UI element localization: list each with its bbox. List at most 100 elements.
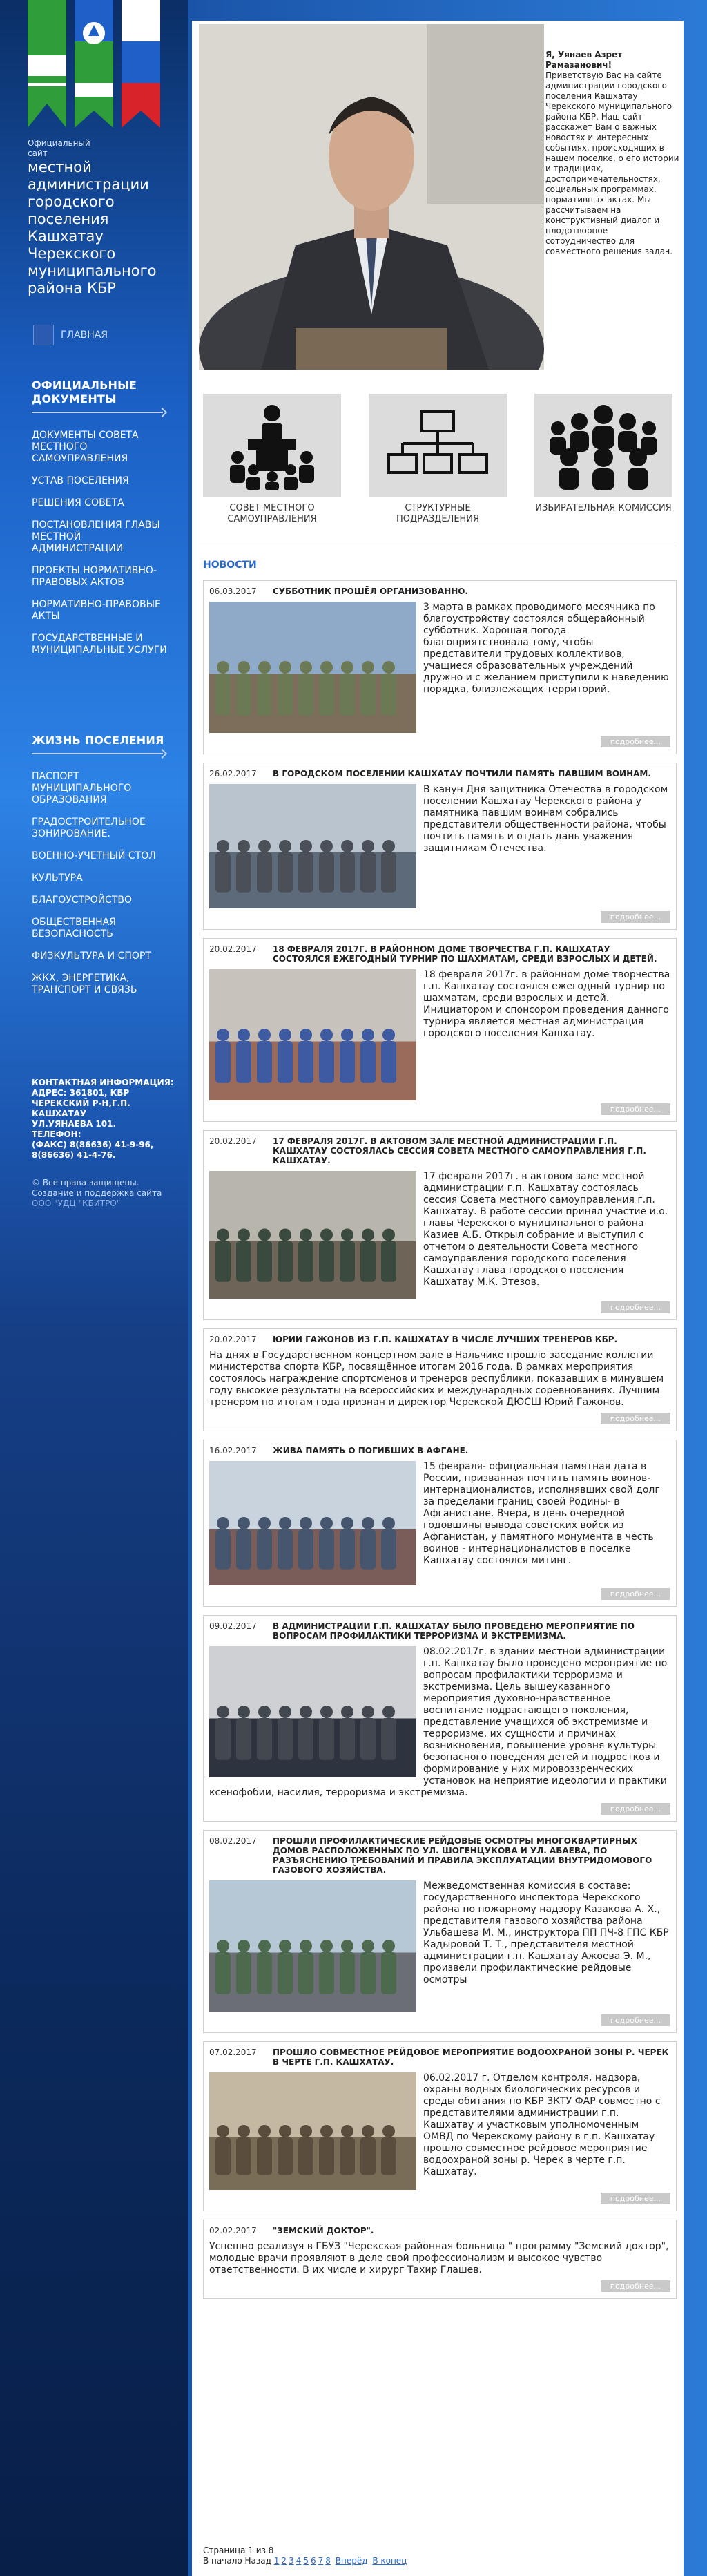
news-title-link[interactable]: СУББОТНИК ПРОШЁЛ ОРГАНИЗОВАННО. [273, 586, 468, 596]
news-body: 06.02.2017 г. Отделом контроля, надзора,… [209, 2072, 670, 2190]
nav-life-heading[interactable]: ЖИЗНЬ ПОСЕЛЕНИЯ [32, 734, 170, 747]
nav-life-list: ПАСПОРТ МУНИЦИПАЛЬНОГО ОБРАЗОВАНИЯ ГРАДО… [32, 771, 170, 996]
news-date: 09.02.2017 [209, 1621, 257, 1631]
news-title-link[interactable]: В ГОРОДСКОМ ПОСЕЛЕНИИ КАШХАТАУ ПОЧТИЛИ П… [273, 769, 651, 779]
news-photo[interactable] [209, 1171, 416, 1299]
quick-link-election[interactable]: ИЗБИРАТЕЛЬНАЯ КОМИССИЯ [534, 394, 672, 514]
pager-page-7[interactable]: 7 [318, 2556, 324, 2566]
news-photo[interactable] [209, 1461, 416, 1585]
read-more-button[interactable]: подробнее... [600, 1803, 670, 1815]
news-photo[interactable] [209, 1646, 416, 1777]
nav-item-sport[interactable]: ФИЗКУЛЬТУРА И СПОРТ [32, 951, 170, 962]
read-more-button[interactable]: подробнее... [600, 2014, 670, 2026]
news-body: 3 марта в рамках проводимого месячника п… [209, 602, 670, 733]
developer-link[interactable]: ООО "УДЦ "КБИТРО" [32, 1199, 120, 1208]
quick-link-council[interactable]: СОВЕТ МЕСТНОГО САМОУПРАВЛЕНИЯ [203, 394, 341, 525]
pager-page-5[interactable]: 5 [303, 2556, 309, 2566]
news-header: 20.02.2017 ЮРИЙ ГАЖОНОВ ИЗ Г.П. КАШХАТАУ … [209, 1335, 670, 1344]
pager-prev: Назад [244, 2556, 271, 2566]
news-header: 06.03.2017 СУББОТНИК ПРОШЁЛ ОРГАНИЗОВАННО… [209, 586, 670, 596]
nav-item-utilities[interactable]: ЖКХ, ЭНЕРГЕТИКА, ТРАНСПОРТ И СВЯЗЬ [32, 973, 170, 996]
nav-item-military[interactable]: ВОЕННО-УЧЕТНЫЙ СТОЛ [32, 850, 170, 862]
news-photo[interactable] [209, 602, 416, 733]
news-title-link[interactable]: ПРОШЛИ ПРОФИЛАКТИЧЕСКИЕ РЕЙДОВЫЕ ОСМОТРЫ… [273, 1836, 670, 1875]
head-portrait-photo [199, 24, 544, 370]
news-photo[interactable] [209, 784, 416, 908]
pager-page-4[interactable]: 4 [296, 2556, 302, 2566]
read-more-button[interactable]: подробнее... [600, 2193, 670, 2204]
news-body: 17 февраля 2017г. в актовом зале местной… [209, 1171, 670, 1299]
nav-item-legal-acts[interactable]: НОРМАТИВНО-ПРАВОВЫЕ АКТЫ [32, 599, 170, 622]
read-more-button[interactable]: подробнее... [600, 911, 670, 923]
read-more-button[interactable]: подробнее... [600, 2280, 670, 2292]
contact-heading: КОНТАКТНАЯ ИНФОРМАЦИЯ: [32, 1078, 174, 1087]
read-more-button[interactable]: подробнее... [600, 736, 670, 747]
news-text: 3 марта в рамках проводимого месячника п… [423, 602, 669, 695]
read-more-button[interactable]: подробнее... [600, 1588, 670, 1600]
nav-docs-heading[interactable]: ОФИЦИАЛЬНЫЕ ДОКУМЕНТЫ [32, 379, 170, 406]
news-title-link[interactable]: "ЗЕМСКИЙ ДОКТОР". [273, 2226, 374, 2235]
home-link[interactable]: ГЛАВНАЯ [33, 325, 108, 345]
pager-page-2[interactable]: 2 [281, 2556, 287, 2566]
pager-end[interactable]: В конец [372, 2556, 407, 2566]
news-title-link[interactable]: 17 ФЕВРАЛЯ 2017Г. В АКТОВОМ ЗАЛЕ МЕСТНОЙ… [273, 1136, 670, 1165]
news-header: 07.02.2017 ПРОШЛО СОВМЕСТНОЕ РЕЙДОВОЕ МЕР… [209, 2048, 670, 2067]
news-photo[interactable] [209, 969, 416, 1100]
pagination: Страница 1 из 8 В начало Назад 12345678 … [203, 2546, 409, 2566]
nav-item-safety[interactable]: ОБЩЕСТВЕННАЯ БЕЗОПАСНОСТЬ [32, 917, 170, 940]
news-photo[interactable] [209, 1880, 416, 2012]
nav-item-improvement[interactable]: БЛАГОУСТРОЙСТВО [32, 895, 170, 906]
news-title-link[interactable]: ЖИВА ПАМЯТЬ О ПОГИБШИХ В АФГАНЕ. [273, 1446, 468, 1456]
news-date: 20.02.2017 [209, 1136, 257, 1146]
news-item: 08.02.2017 ПРОШЛИ ПРОФИЛАКТИЧЕСКИЕ РЕЙДОВ… [203, 1830, 677, 2033]
nav-item-head-resolutions[interactable]: ПОСТАНОВЛЕНИЯ ГЛАВЫ МЕСТНОЙ АДМИНИСТРАЦИ… [32, 519, 170, 555]
nav-item-passport[interactable]: ПАСПОРТ МУНИЦИПАЛЬНОГО ОБРАЗОВАНИЯ [32, 771, 170, 806]
nav-item-draft-acts[interactable]: ПРОЕКТЫ НОРМАТИВНО-ПРАВОВЫХ АКТОВ [32, 565, 170, 589]
news-item: 16.02.2017 ЖИВА ПАМЯТЬ О ПОГИБШИХ В АФГАН… [203, 1440, 677, 1607]
news-title-link[interactable]: В АДМИНИСТРАЦИИ Г.П. КАШХАТАУ БЫЛО ПРОВЕ… [273, 1621, 670, 1641]
news-body: 08.02.2017г. в здании местной администра… [209, 1646, 670, 1799]
news-body: Межведомственная комиссия в составе: гос… [209, 1880, 670, 2012]
quick-link-council-label: СОВЕТ МЕСТНОГО САМОУПРАВЛЕНИЯ [227, 503, 317, 524]
pager-page-6[interactable]: 6 [311, 2556, 316, 2566]
pager-next[interactable]: Вперёд [336, 2556, 368, 2566]
news-item: 06.03.2017 СУББОТНИК ПРОШЁЛ ОРГАНИЗОВАННО… [203, 580, 677, 754]
news-text: Успешно реализуя в ГБУЗ "Черекская район… [209, 2241, 669, 2276]
nav-item-council-decisions[interactable]: РЕШЕНИЯ СОВЕТА [32, 497, 170, 509]
news-title-link[interactable]: 18 ФЕВРАЛЯ 2017Г. В РАЙОННОМ ДОМЕ ТВОРЧЕ… [273, 944, 670, 964]
flag-left-icon [28, 0, 66, 128]
greeting-body: Приветствую Вас на сайте администрации г… [545, 70, 679, 256]
pager-pages: 12345678 [274, 2556, 333, 2566]
nav-item-public-services[interactable]: ГОСУДАРСТВЕННЫЕ И МУНИЦИПАЛЬНЫЕ УСЛУГИ [32, 633, 170, 656]
contact-line: 8(86636) 41-4-76. [32, 1150, 116, 1160]
nav-item-charter[interactable]: УСТАВ ПОСЕЛЕНИЯ [32, 475, 170, 487]
council-icon [203, 394, 341, 497]
news-more: подробнее... [209, 1301, 670, 1314]
news-title-link[interactable]: ЮРИЙ ГАЖОНОВ ИЗ Г.П. КАШХАТАУ В ЧИСЛЕ ЛУ… [273, 1335, 617, 1344]
quick-link-structure[interactable]: СТРУКТУРНЫЕ ПОДРАЗДЕЛЕНИЯ [369, 394, 507, 525]
nav-docs-list: ДОКУМЕНТЫ СОВЕТА МЕСТНОГО САМОУПРАВЛЕНИЯ… [32, 430, 170, 656]
news-more: подробнее... [209, 1413, 670, 1425]
nav-item-culture[interactable]: КУЛЬТУРА [32, 872, 170, 884]
nav-item-council-docs[interactable]: ДОКУМЕНТЫ СОВЕТА МЕСТНОГО САМОУПРАВЛЕНИЯ [32, 430, 170, 465]
read-more-button[interactable]: подробнее... [600, 1103, 670, 1115]
nav-item-zoning[interactable]: ГРАДОСТРОИТЕЛЬНОЕ ЗОНИРОВАНИЕ. [32, 817, 170, 840]
pager-page-1[interactable]: 1 [274, 2556, 280, 2566]
contact-info: КОНТАКТНАЯ ИНФОРМАЦИЯ: АДРЕС: 361801, КБ… [32, 1078, 184, 1161]
news-item: 07.02.2017 ПРОШЛО СОВМЕСТНОЕ РЕЙДОВОЕ МЕР… [203, 2041, 677, 2211]
contact-line: (ФАКС) 8(86636) 41-9-96, [32, 1140, 154, 1149]
news-text: 18 февраля 2017г. в районном доме творче… [423, 969, 670, 1039]
news-header: 08.02.2017 ПРОШЛИ ПРОФИЛАКТИЧЕСКИЕ РЕЙДОВ… [209, 1836, 670, 1875]
news-more: подробнее... [209, 2193, 670, 2205]
news-item: 09.02.2017 В АДМИНИСТРАЦИИ Г.П. КАШХАТАУ … [203, 1615, 677, 1822]
read-more-button[interactable]: подробнее... [600, 1413, 670, 1424]
structure-icon [369, 394, 507, 497]
read-more-button[interactable]: подробнее... [600, 1301, 670, 1313]
news-title-link[interactable]: ПРОШЛО СОВМЕСТНОЕ РЕЙДОВОЕ МЕРОПРИЯТИЕ В… [273, 2048, 670, 2067]
pager-page-8[interactable]: 8 [325, 2556, 331, 2566]
nav-life-section: ЖИЗНЬ ПОСЕЛЕНИЯ ПАСПОРТ МУНИЦИПАЛЬНОГО О… [32, 734, 170, 1006]
news-body: 18 февраля 2017г. в районном доме творче… [209, 969, 670, 1100]
subtitle-line-1: Официальный [28, 138, 90, 148]
news-photo[interactable] [209, 2072, 416, 2190]
pager-page-3[interactable]: 3 [289, 2556, 294, 2566]
